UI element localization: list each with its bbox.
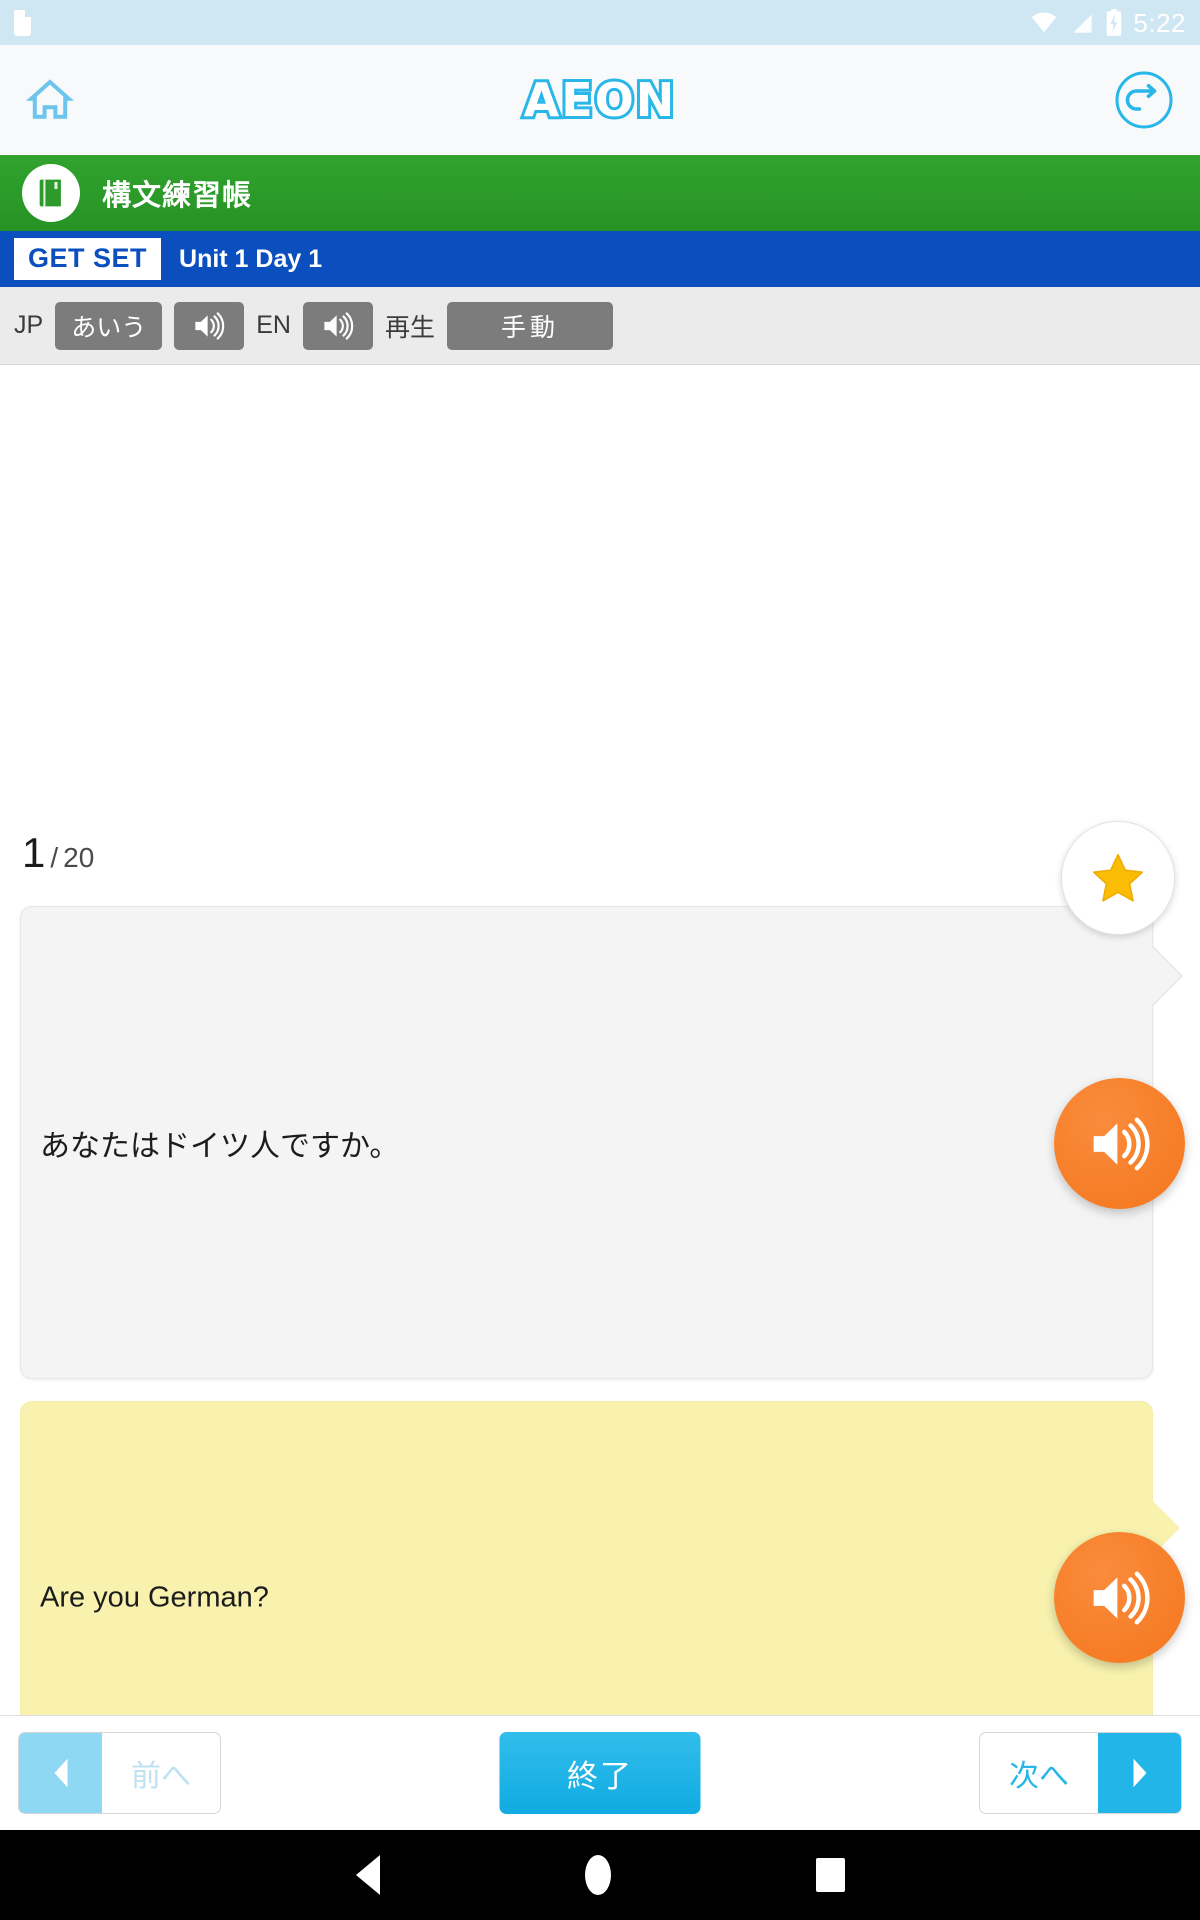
previous-label: 前へ (131, 1760, 191, 1793)
practice-content: 1 / 20 あなたはドイツ人ですか。 Are you German? (0, 365, 1200, 1920)
sim-card-icon (14, 9, 31, 36)
battery-charging-icon (1107, 8, 1122, 36)
book-icon-badge (22, 164, 80, 222)
workbook-header: 構文練習帳 (0, 155, 1200, 231)
get-set-badge: GET SET (14, 238, 162, 280)
japanese-sentence-text: あなたはドイツ人ですか。 (40, 1129, 400, 1163)
status-bar-right: 5:22 (1029, 7, 1186, 38)
book-icon (39, 179, 61, 207)
status-bar-left (14, 9, 31, 36)
home-icon (26, 79, 74, 119)
bottom-navigation-bar: 前へ 終了 次へ (0, 1715, 1200, 1830)
chevron-right-icon (1133, 1758, 1146, 1788)
app-bar: AEON (0, 45, 1200, 155)
question-counter: 1 / 20 (22, 829, 94, 877)
speaker-icon (1093, 1117, 1150, 1170)
status-bar: 5:22 (0, 0, 1200, 45)
jp-kana-toggle[interactable]: あいう (55, 301, 163, 350)
next-button[interactable]: 次へ (979, 1732, 1182, 1814)
en-audio-toggle[interactable] (302, 301, 373, 350)
english-play-button[interactable] (1054, 1532, 1185, 1663)
speaker-icon (1093, 1571, 1150, 1624)
japanese-card-tail (1151, 946, 1181, 1006)
wifi-icon (1032, 12, 1057, 32)
signal-icon (1073, 13, 1093, 33)
speaker-icon (324, 311, 354, 340)
previous-arrow-box (19, 1733, 102, 1813)
english-sentence-text: Are you German? (40, 1581, 269, 1613)
playback-label: 再生 (384, 313, 435, 342)
workbook-title: 構文練習帳 (102, 180, 253, 212)
counter-separator: / (50, 842, 59, 873)
unit-label: Unit 1 Day 1 (179, 244, 323, 273)
aeon-logo: AEON (521, 70, 678, 130)
previous-button[interactable]: 前へ (18, 1732, 221, 1814)
japanese-play-button[interactable] (1054, 1078, 1185, 1209)
counter-total: 20 (63, 842, 95, 873)
star-icon (1092, 853, 1144, 902)
playback-mode-button[interactable]: 手動 (446, 301, 613, 350)
next-arrow-box (1098, 1733, 1181, 1813)
reload-button[interactable] (1114, 70, 1174, 130)
app-screen: 5:22 AEON 構文練習帳 GET SET Unit 1 Day 1 JP … (0, 0, 1200, 1920)
home-button[interactable] (26, 76, 74, 124)
next-label: 次へ (1009, 1760, 1069, 1793)
jp-audio-toggle[interactable] (174, 301, 245, 350)
japanese-sentence-card: あなたはドイツ人ですか。 (20, 906, 1185, 1379)
recents-square-icon[interactable] (815, 1858, 845, 1892)
playback-control-bar: JP あいう EN 再生 手動 (0, 287, 1200, 365)
favorite-star-button[interactable] (1061, 821, 1175, 935)
chevron-left-icon (54, 1758, 67, 1788)
status-bar-clock: 5:22 (1133, 7, 1186, 38)
counter-current: 1 (22, 829, 46, 876)
home-circle-icon[interactable] (584, 1855, 611, 1895)
speaker-icon (195, 311, 225, 340)
lesson-bar: GET SET Unit 1 Day 1 (0, 231, 1200, 287)
en-label: EN (256, 311, 291, 339)
back-triangle-icon[interactable] (355, 1855, 380, 1895)
android-navigation-bar (0, 1830, 1200, 1920)
reload-icon (1115, 71, 1173, 129)
jp-label: JP (14, 311, 44, 339)
finish-button[interactable]: 終了 (499, 1732, 701, 1814)
